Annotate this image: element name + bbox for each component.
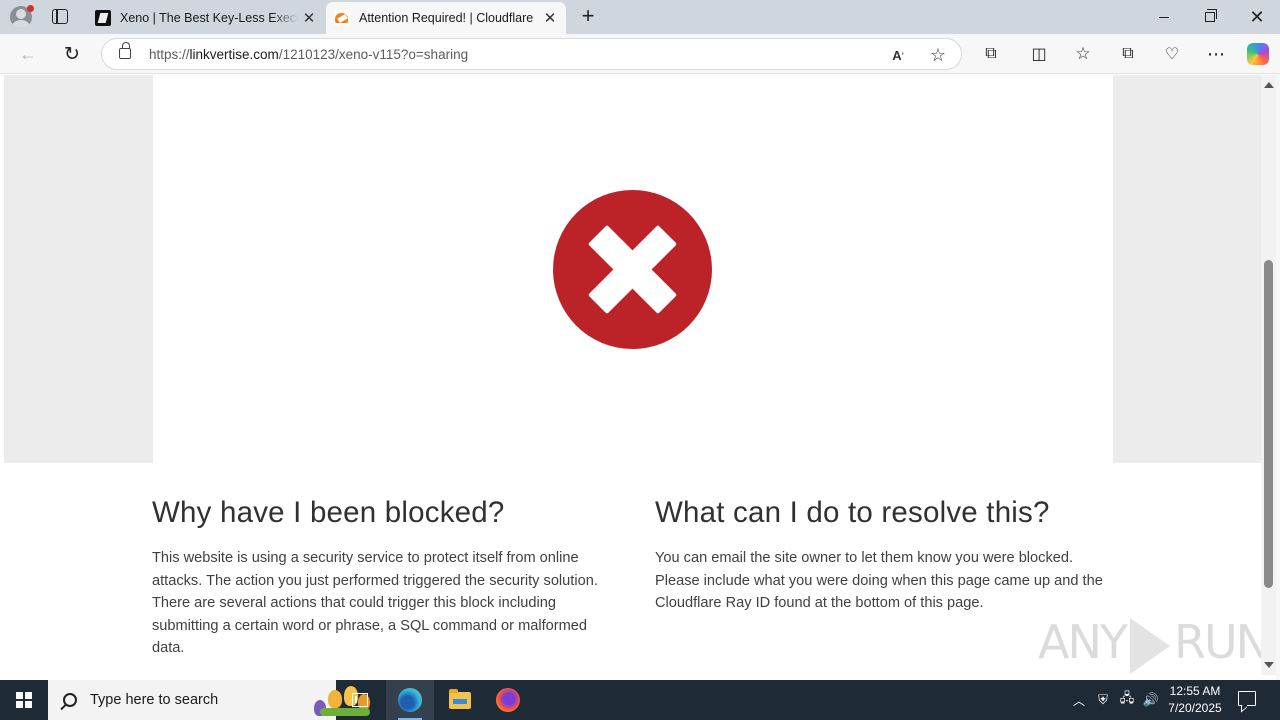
back-button[interactable]: ← [14, 40, 42, 68]
tab-title: Xeno | The Best Key-Less Executor [120, 11, 299, 25]
volume-icon[interactable]: 🔊 [1140, 680, 1162, 720]
url-path: /1210123/xeno-v115?o=sharing [278, 47, 469, 62]
task-view-button[interactable] [336, 680, 384, 720]
new-tab-icon[interactable]: + [577, 5, 599, 28]
watermark-right: RUN [1173, 615, 1261, 669]
error-x-icon [553, 190, 712, 349]
url-scheme: https:// [149, 47, 190, 62]
tab-strip: Xeno | The Best Key-Less Executor ✕ Atte… [0, 0, 1280, 34]
hero-card [153, 75, 1113, 463]
vertical-scrollbar[interactable] [1261, 75, 1276, 675]
profile-notification-badge [27, 5, 34, 12]
close-icon: ✕ [1249, 6, 1265, 27]
scroll-up-icon[interactable] [1264, 82, 1274, 88]
copilot-icon[interactable] [1247, 43, 1269, 65]
taskbar-file-explorer[interactable] [436, 680, 484, 720]
play-icon [1129, 617, 1170, 674]
split-screen-icon[interactable]: ◫ [1028, 43, 1050, 65]
chevron-up-icon: ︿ [1072, 693, 1085, 708]
search-placeholder: Type here to search [90, 692, 219, 708]
favorites-icon[interactable]: ☆ [1072, 43, 1094, 65]
taskbar-search-box[interactable]: Type here to search [48, 680, 370, 720]
address-bar[interactable]: https://linkvertise.com/1210123/xeno-v11… [101, 38, 962, 70]
taskbar-edge[interactable] [386, 680, 434, 720]
taskbar: Type here to search ︿ ⛨ 🖧 🔊 12:55 AM 7/2… [0, 680, 1280, 720]
xeno-favicon-icon [95, 10, 111, 26]
tab-close-icon[interactable]: ✕ [540, 8, 560, 28]
ellipsis-icon[interactable]: ⋯ [1205, 43, 1227, 65]
puzzle-icon[interactable]: ⧉ [980, 43, 1002, 65]
collections-icon[interactable]: ⧉ [1117, 43, 1139, 65]
scroll-thumb[interactable] [1264, 260, 1273, 588]
resolve-section: What can I do to resolve this? You can e… [655, 493, 1115, 615]
notification-icon[interactable] [1238, 691, 1256, 706]
windows-logo-icon [16, 692, 32, 708]
security-tray-icon[interactable]: ⛨ [1092, 680, 1114, 720]
tab-title: Attention Required! | Cloudflare [359, 11, 534, 25]
url-text[interactable]: https://linkvertise.com/1210123/xeno-v11… [149, 47, 468, 62]
tab-cloudflare[interactable]: Attention Required! | Cloudflare ✕ [326, 2, 566, 34]
minimize-button[interactable] [1141, 0, 1187, 34]
taskbar-firefox[interactable] [484, 680, 532, 720]
start-button[interactable] [0, 680, 48, 720]
network-icon[interactable]: 🖧 [1116, 680, 1138, 720]
read-aloud-icon[interactable]: Aʼ [888, 45, 908, 65]
tab-actions-icon[interactable] [52, 9, 68, 24]
why-blocked-section: Why have I been blocked? This website is… [152, 493, 612, 660]
window-edge [1276, 74, 1280, 680]
restore-button[interactable] [1187, 0, 1233, 34]
resolve-heading: What can I do to resolve this? [655, 496, 1050, 529]
tab-xeno[interactable]: Xeno | The Best Key-Less Executor ✕ [87, 2, 325, 34]
resolve-text: You can email the site owner to let them… [655, 550, 1103, 611]
why-blocked-heading: Why have I been blocked? [152, 496, 505, 529]
close-window-button[interactable]: ✕ [1234, 0, 1280, 34]
taskbar-clock[interactable]: 12:55 AM 7/20/2025 [1164, 683, 1226, 717]
search-icon [63, 693, 77, 707]
task-view-icon [352, 693, 368, 707]
minimize-icon [1159, 16, 1169, 18]
lock-icon[interactable] [119, 42, 131, 59]
why-blocked-text: This website is using a security service… [152, 550, 598, 656]
scroll-down-icon[interactable] [1264, 662, 1274, 668]
anyrun-watermark: ANY RUN [1038, 615, 1261, 674]
star-icon[interactable]: ☆ [928, 45, 948, 65]
url-host: linkvertise.com [189, 47, 279, 62]
firefox-icon [496, 688, 520, 712]
restore-icon [1205, 9, 1217, 22]
cloudflare-favicon-icon [334, 10, 350, 26]
clock-date: 7/20/2025 [1168, 701, 1222, 715]
refresh-button[interactable]: ↻ [58, 40, 86, 68]
watermark-left: ANY [1038, 615, 1128, 669]
tab-close-icon[interactable]: ✕ [299, 8, 319, 28]
clock-time: 12:55 AM [1169, 684, 1221, 698]
edge-icon [398, 688, 422, 712]
folder-icon [449, 688, 471, 709]
back-arrow-icon: ← [19, 43, 37, 64]
heart-pulse-icon[interactable]: ♡ [1161, 43, 1183, 65]
browser-toolbar: ← ↻ https://linkvertise.com/1210123/xeno… [0, 34, 1280, 74]
refresh-icon: ↻ [64, 43, 80, 65]
page-viewport: Why have I been blocked? This website is… [4, 75, 1261, 675]
show-hidden-icons[interactable]: ︿ [1068, 680, 1090, 720]
